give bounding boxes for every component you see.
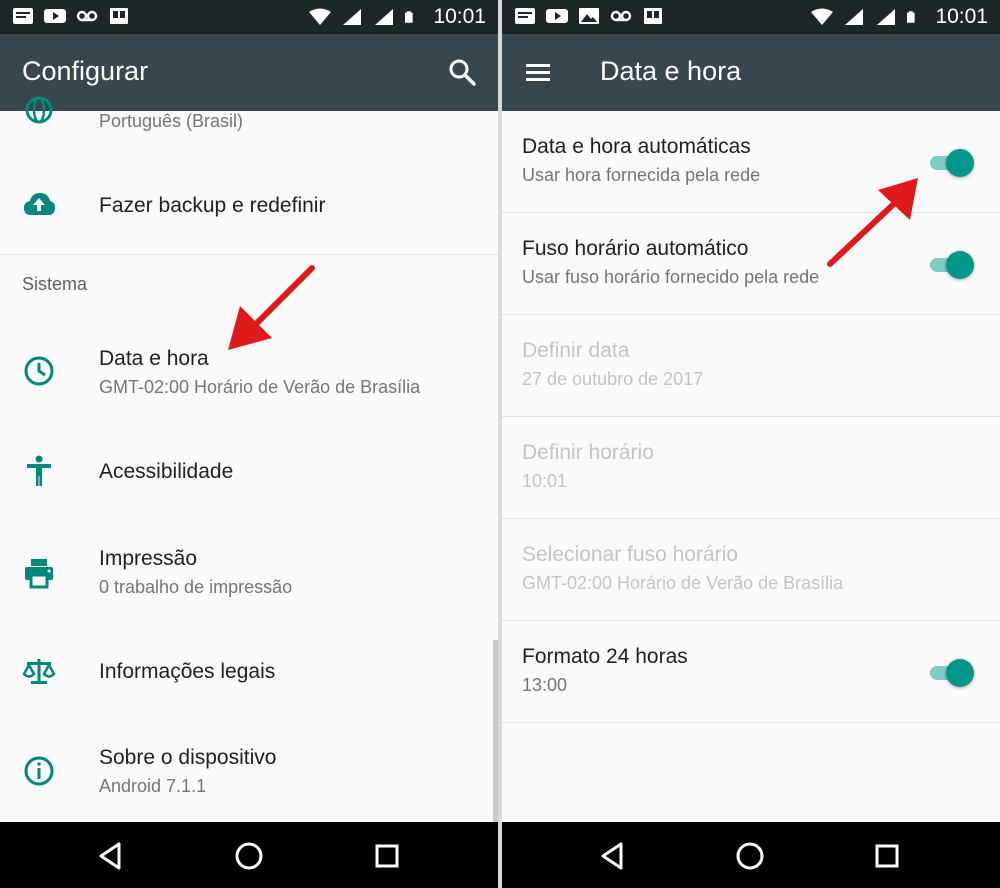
list-item-subtitle: GMT-02:00 Horário de Verão de Brasília xyxy=(99,377,421,397)
list-item-date-time[interactable]: Data e hora GMT-02:00 Horário de Verão d… xyxy=(0,320,498,424)
app-toolbar: Configurar xyxy=(0,34,498,111)
setting-subtitle: 13:00 xyxy=(522,675,568,695)
image-icon xyxy=(579,8,599,24)
printer-icon xyxy=(25,559,53,589)
setting-24-hour-format[interactable]: Formato 24 horas 13:00 xyxy=(502,621,1000,723)
wifi-icon xyxy=(811,8,834,25)
setting-title: Data e hora automáticas xyxy=(522,135,751,158)
battery-icon xyxy=(907,11,916,23)
setting-set-date[interactable]: Definir data 27 de outubro de 2017 xyxy=(502,315,1000,417)
status-bar: 10:01 xyxy=(502,0,1000,34)
24-hour-format-toggle[interactable] xyxy=(928,659,974,687)
setting-set-time[interactable]: Definir horário 10:01 xyxy=(502,417,1000,519)
page-title: Data e hora xyxy=(600,56,742,86)
setting-select-timezone[interactable]: Selecionar fuso horário GMT-02:00 Horári… xyxy=(502,519,1000,621)
wifi-icon xyxy=(309,8,332,25)
hamburger-menu-icon[interactable] xyxy=(522,58,558,88)
globe-icon xyxy=(25,96,53,124)
recents-icon[interactable] xyxy=(369,838,405,874)
setting-title: Fuso horário automático xyxy=(522,237,749,260)
voicemail-icon xyxy=(76,10,98,22)
setting-subtitle: 27 de outubro de 2017 xyxy=(522,369,704,389)
cloud-upload-icon xyxy=(24,193,55,215)
list-item-title: Acessibilidade xyxy=(99,460,234,483)
setting-auto-timezone[interactable]: Fuso horário automático Usar fuso horári… xyxy=(502,213,1000,315)
list-item-about-device[interactable]: Sobre o dispositivo Android 7.1.1 xyxy=(0,720,498,822)
back-icon[interactable] xyxy=(93,838,129,874)
setting-subtitle: Usar hora fornecida pela rede xyxy=(522,165,761,185)
settings-screen: 10:01 Configurar Português (Brasil) Faze… xyxy=(0,0,498,888)
list-item-accessibility[interactable]: Acessibilidade xyxy=(0,424,498,520)
list-item-legal[interactable]: Informações legais xyxy=(0,624,498,720)
battery-icon xyxy=(405,11,414,23)
navigation-bar xyxy=(502,822,1000,888)
message-icon xyxy=(13,8,33,24)
back-icon[interactable] xyxy=(595,838,631,874)
home-icon[interactable] xyxy=(231,838,267,874)
list-item-printing[interactable]: Impressão 0 trabalho de impressão xyxy=(0,520,498,624)
setting-subtitle: GMT-02:00 Horário de Verão de Brasília xyxy=(522,573,844,593)
status-time: 10:01 xyxy=(433,5,486,28)
home-icon[interactable] xyxy=(732,838,768,874)
signal-icon-2 xyxy=(375,9,394,25)
list-item-title: Informações legais xyxy=(99,660,276,683)
section-header: Sistema xyxy=(22,274,88,294)
list-item-backup[interactable]: Fazer backup e redefinir xyxy=(0,160,498,254)
page-title: Configurar xyxy=(22,56,149,86)
setting-title: Formato 24 horas xyxy=(522,645,688,668)
app-toolbar: Data e hora xyxy=(502,34,1000,111)
recents-icon[interactable] xyxy=(869,838,905,874)
youtube-icon xyxy=(546,9,568,23)
list-item-language[interactable]: Português (Brasil) xyxy=(0,96,498,145)
list-item-title: Sobre o dispositivo xyxy=(99,746,277,769)
message-icon xyxy=(515,8,535,24)
info-icon xyxy=(24,756,54,786)
voicemail-icon xyxy=(610,10,632,22)
scales-icon xyxy=(22,659,56,684)
clock-icon xyxy=(24,356,54,386)
navigation-bar xyxy=(0,822,498,888)
setting-title: Definir data xyxy=(522,339,630,362)
status-time: 10:01 xyxy=(935,5,988,28)
list-item-subtitle: Português (Brasil) xyxy=(99,111,244,131)
status-bar: 10:01 xyxy=(0,0,498,34)
auto-timezone-toggle[interactable] xyxy=(928,251,974,279)
setting-title: Definir horário xyxy=(522,441,654,464)
youtube-icon xyxy=(44,9,66,23)
setting-subtitle: 10:01 xyxy=(522,471,568,491)
date-time-screen: 10:01 Data e hora Data e hora automática… xyxy=(502,0,1000,888)
signal-icon xyxy=(343,9,362,25)
list-item-title: Impressão xyxy=(99,547,198,570)
book-icon xyxy=(644,8,662,24)
list-item-subtitle: 0 trabalho de impressão xyxy=(99,577,293,597)
book-icon xyxy=(110,8,128,24)
list-item-title: Data e hora xyxy=(99,347,209,370)
setting-auto-date-time[interactable]: Data e hora automáticas Usar hora fornec… xyxy=(502,111,1000,213)
setting-title: Selecionar fuso horário xyxy=(522,543,738,566)
setting-subtitle: Usar fuso horário fornecido pela rede xyxy=(522,267,820,287)
search-icon[interactable] xyxy=(446,56,478,88)
auto-date-time-toggle[interactable] xyxy=(928,149,974,177)
signal-icon xyxy=(845,9,864,25)
list-item-title: Fazer backup e redefinir xyxy=(99,194,326,217)
section-divider xyxy=(0,254,498,255)
accessibility-icon xyxy=(27,455,51,486)
signal-icon-2 xyxy=(877,9,896,25)
list-item-subtitle: Android 7.1.1 xyxy=(99,776,207,796)
